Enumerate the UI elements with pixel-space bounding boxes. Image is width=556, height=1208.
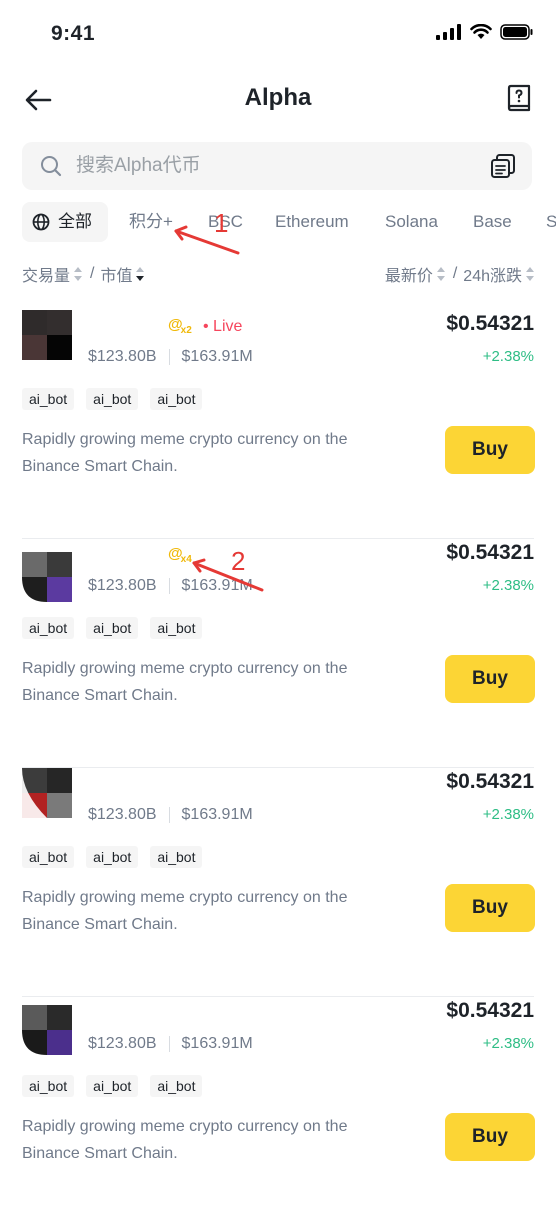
token-price: $0.54321	[446, 999, 534, 1022]
tag: ai_bot	[22, 617, 75, 639]
sort-volume[interactable]: 交易量	[22, 262, 70, 286]
token-volume: $123.80B	[88, 806, 157, 823]
battery-icon	[500, 24, 533, 40]
token-market-cap: $163.91M	[181, 1035, 253, 1052]
live-indicator: • Live	[203, 318, 243, 335]
sort-arrows-icon[interactable]	[436, 267, 445, 281]
tag: ai_bot	[150, 617, 203, 639]
sort-right: 最新价 / 24h涨跌	[385, 262, 536, 286]
token-stats: $123.80B $163.91M	[88, 1035, 253, 1053]
tab-more[interactable]: S	[546, 202, 556, 242]
token-price: $0.54321	[446, 541, 534, 564]
buy-button[interactable]: Buy	[445, 1113, 535, 1161]
token-logo	[22, 552, 72, 602]
token-change: +2.38%	[482, 577, 534, 594]
token-description: Rapidly growing meme crypto currency on …	[22, 1118, 348, 1162]
buy-button[interactable]: Buy	[445, 426, 535, 474]
token-market-cap: $163.91M	[181, 577, 253, 594]
help-button[interactable]	[504, 82, 534, 114]
token-stats: $123.80B $163.91M	[88, 348, 253, 366]
sort-change-24h[interactable]: 24h涨跌	[463, 262, 522, 286]
divider	[168, 349, 170, 365]
tab-base[interactable]: Base	[473, 202, 512, 242]
sort-separator: /	[452, 265, 458, 282]
divider	[168, 1036, 170, 1052]
tag: ai_bot	[150, 846, 203, 868]
token-tags: ai_bot ai_bot ai_bot	[22, 388, 203, 410]
tag: ai_bot	[22, 846, 75, 868]
token-tags: ai_bot ai_bot ai_bot	[22, 617, 203, 639]
token-stats: $123.80B $163.91M	[88, 806, 253, 824]
sort-separator: /	[90, 265, 95, 282]
tag: ai_bot	[22, 388, 75, 410]
search-bar	[22, 142, 532, 190]
tab-ethereum[interactable]: Ethereum	[275, 202, 349, 242]
status-icons	[436, 24, 534, 40]
token-description: Rapidly growing meme crypto currency on …	[22, 889, 348, 933]
divider	[168, 807, 170, 823]
token-logo	[22, 768, 72, 818]
buy-button[interactable]: Buy	[445, 655, 535, 703]
tag: ai_bot	[86, 846, 139, 868]
search-input[interactable]	[76, 142, 476, 190]
token-description: Rapidly growing meme crypto currency on …	[22, 660, 348, 704]
tag: ai_bot	[150, 1075, 203, 1097]
divider	[168, 578, 170, 594]
sort-left: 交易量 / 市值	[22, 262, 146, 286]
sort-row: 交易量 / 市值 最新价 / 24h涨跌	[22, 262, 536, 286]
sort-arrows-icon[interactable]	[136, 267, 145, 281]
points-badge: @ x4	[168, 545, 192, 565]
sort-arrows-icon[interactable]	[526, 267, 534, 281]
nav-bar: Alpha	[0, 76, 556, 122]
help-book-icon	[507, 84, 531, 112]
tag: ai_bot	[150, 388, 203, 410]
token-row[interactable]: @ x2 • Live $123.80B $163.91M $0.54321 +…	[0, 310, 556, 539]
token-change: +2.38%	[482, 1035, 534, 1052]
token-volume: $123.80B	[88, 348, 157, 365]
points-badge: @ x2	[168, 316, 192, 336]
wifi-icon	[470, 24, 492, 39]
sort-market-cap[interactable]: 市值	[100, 262, 132, 286]
token-row[interactable]: @ x4 $123.80B $163.91M $0.54321 +2.38% a…	[0, 539, 556, 768]
token-tags: ai_bot ai_bot ai_bot	[22, 1075, 203, 1097]
tab-all[interactable]: 全部	[22, 202, 108, 242]
token-volume: $123.80B	[88, 1035, 157, 1052]
globe-icon	[32, 213, 50, 231]
token-price: $0.54321	[446, 312, 534, 335]
token-price: $0.54321	[446, 770, 534, 793]
tag: ai_bot	[86, 1075, 139, 1097]
annotation-marker-2: 2	[231, 546, 246, 576]
tab-solana[interactable]: Solana	[385, 202, 438, 242]
token-row[interactable]: $123.80B $163.91M $0.54321 +2.38% ai_bot…	[0, 997, 556, 1208]
token-market-cap: $163.91M	[181, 806, 253, 823]
chain-tabs: 全部 积分+ BSC Ethereum Solana Base S	[22, 202, 556, 244]
page-title: Alpha	[244, 84, 312, 111]
copy-list-icon[interactable]	[490, 153, 516, 179]
token-tags: ai_bot ai_bot ai_bot	[22, 846, 203, 868]
tag: ai_bot	[86, 388, 139, 410]
tab-points[interactable]: 积分+	[129, 202, 173, 242]
token-description: Rapidly growing meme crypto currency on …	[22, 431, 348, 475]
search-icon	[41, 156, 62, 177]
token-logo	[22, 310, 72, 360]
token-volume: $123.80B	[88, 577, 157, 594]
token-stats: $123.80B $163.91M	[88, 577, 253, 595]
sort-last-price[interactable]: 最新价	[385, 262, 433, 286]
token-logo	[22, 1005, 72, 1055]
tag: ai_bot	[86, 617, 139, 639]
annotation-marker-1: 1	[214, 208, 229, 238]
tab-label: 全部	[58, 212, 92, 231]
signal-icon	[436, 24, 461, 40]
status-time: 9:41	[51, 22, 96, 45]
token-market-cap: $163.91M	[181, 348, 253, 365]
tag: ai_bot	[22, 1075, 75, 1097]
sort-arrows-icon[interactable]	[74, 267, 83, 281]
buy-button[interactable]: Buy	[445, 884, 535, 932]
status-bar: 9:41	[0, 0, 556, 70]
token-row[interactable]: $123.80B $163.91M $0.54321 +2.38% ai_bot…	[0, 768, 556, 997]
token-change: +2.38%	[482, 806, 534, 823]
token-change: +2.38%	[482, 348, 534, 365]
